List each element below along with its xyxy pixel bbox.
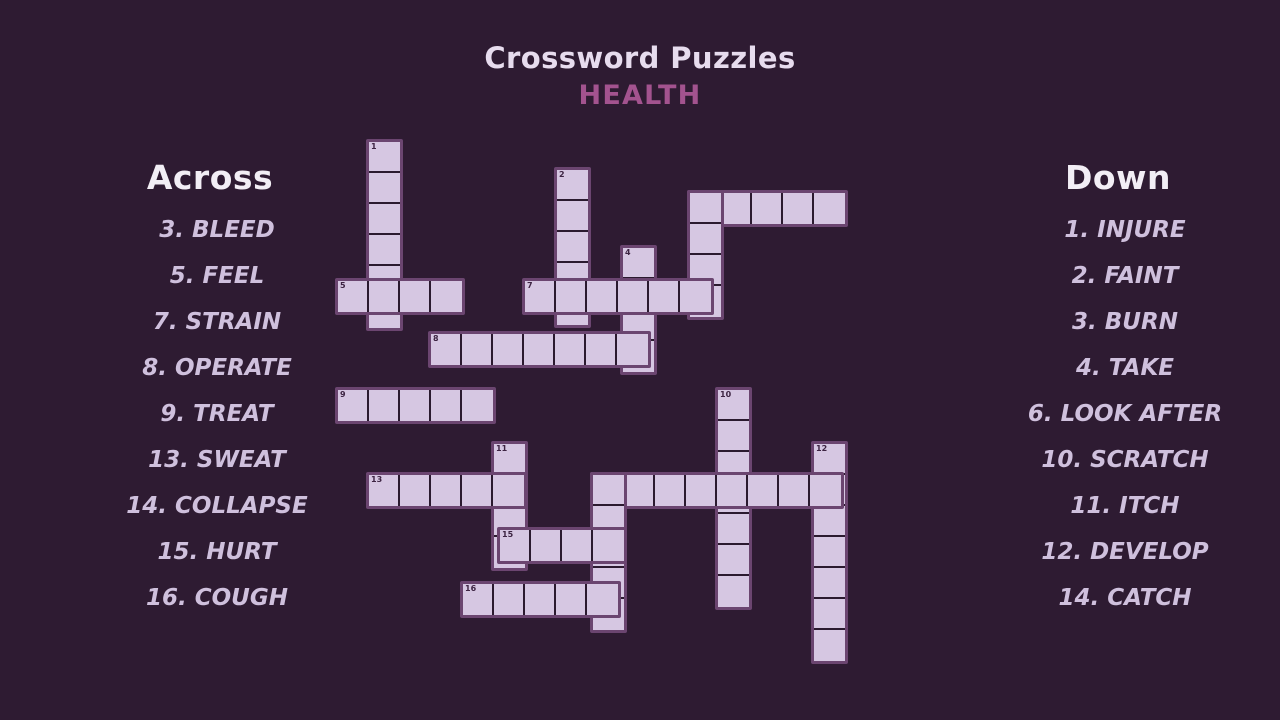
word-across-8[interactable]: 8 xyxy=(428,331,651,368)
grid-cell[interactable]: 7 xyxy=(525,281,556,312)
cell-number: 8 xyxy=(433,334,439,343)
cell-number: 10 xyxy=(720,390,732,399)
grid-cell[interactable]: 15 xyxy=(500,530,531,561)
grid-cell[interactable] xyxy=(369,204,400,235)
grid-cell[interactable] xyxy=(557,232,588,263)
grid-cell[interactable] xyxy=(462,390,493,421)
grid-cell[interactable] xyxy=(525,584,556,615)
cell-number: 2 xyxy=(559,170,565,179)
grid-cell[interactable] xyxy=(814,506,845,537)
grid-cell[interactable] xyxy=(680,281,711,312)
grid-cell[interactable] xyxy=(586,334,617,365)
grid-cell[interactable]: 16 xyxy=(463,584,494,615)
grid-cell[interactable] xyxy=(493,475,524,506)
grid-cell[interactable]: 9 xyxy=(338,390,369,421)
grid-cell[interactable]: 12 xyxy=(814,444,845,475)
grid-cell[interactable] xyxy=(779,475,810,506)
grid-cell[interactable] xyxy=(690,224,721,255)
grid-cell[interactable] xyxy=(462,475,493,506)
cell-number: 9 xyxy=(340,390,346,399)
grid-cell[interactable]: 13 xyxy=(369,475,400,506)
grid-cell[interactable] xyxy=(556,584,587,615)
grid-cell[interactable] xyxy=(587,584,618,615)
grid-cell[interactable] xyxy=(494,584,525,615)
grid-cell[interactable] xyxy=(431,390,462,421)
cell-number: 1 xyxy=(371,142,377,151)
cell-number: 13 xyxy=(371,475,383,484)
grid-cell[interactable]: 2 xyxy=(557,170,588,201)
grid-cell[interactable] xyxy=(462,334,493,365)
grid-cell[interactable] xyxy=(814,630,845,661)
grid-cell[interactable] xyxy=(556,281,587,312)
grid-cell[interactable]: 5 xyxy=(338,281,369,312)
cell-number: 5 xyxy=(340,281,346,290)
grid-cell[interactable] xyxy=(593,475,624,506)
grid-cell[interactable] xyxy=(655,475,686,506)
grid-cell[interactable] xyxy=(369,390,400,421)
grid-cell[interactable] xyxy=(617,334,648,365)
grid-cell[interactable] xyxy=(369,281,400,312)
grid-cell[interactable] xyxy=(718,545,749,576)
grid-cell[interactable]: 11 xyxy=(494,444,525,475)
grid-cell[interactable] xyxy=(431,475,462,506)
grid-cell[interactable]: 1 xyxy=(369,142,400,173)
cell-number: 11 xyxy=(496,444,508,453)
grid-cell[interactable] xyxy=(400,475,431,506)
grid-cell[interactable] xyxy=(814,193,845,224)
grid-cell[interactable] xyxy=(814,537,845,568)
grid-cell[interactable] xyxy=(593,530,624,561)
grid-cell[interactable]: 8 xyxy=(431,334,462,365)
grid-cell[interactable] xyxy=(690,193,721,224)
grid-cell[interactable] xyxy=(562,530,593,561)
word-across-7[interactable]: 7 xyxy=(522,278,714,315)
grid-cell[interactable] xyxy=(783,193,814,224)
word-across-13[interactable]: 13 xyxy=(366,472,527,509)
grid-cell[interactable] xyxy=(814,599,845,630)
grid-cell[interactable] xyxy=(531,530,562,561)
grid-cell[interactable]: 10 xyxy=(718,390,749,421)
grid-cell[interactable] xyxy=(752,193,783,224)
crossword-grid[interactable]: 1234578910111213141516 xyxy=(0,0,1280,720)
cell-number: 7 xyxy=(527,281,533,290)
grid-cell[interactable] xyxy=(400,281,431,312)
grid-cell[interactable] xyxy=(587,281,618,312)
grid-cell[interactable] xyxy=(493,334,524,365)
grid-cell[interactable] xyxy=(717,475,748,506)
grid-cell[interactable] xyxy=(718,576,749,607)
word-across-9[interactable]: 9 xyxy=(335,387,496,424)
cell-number: 4 xyxy=(625,248,631,257)
grid-cell[interactable] xyxy=(718,421,749,452)
cell-number: 12 xyxy=(816,444,828,453)
grid-cell[interactable] xyxy=(369,235,400,266)
cell-number: 16 xyxy=(465,584,477,593)
grid-cell[interactable] xyxy=(721,193,752,224)
grid-cell[interactable] xyxy=(624,475,655,506)
grid-cell[interactable] xyxy=(369,173,400,204)
word-across-15[interactable]: 15 xyxy=(497,527,627,564)
grid-cell[interactable] xyxy=(686,475,717,506)
grid-cell[interactable] xyxy=(400,390,431,421)
grid-cell[interactable] xyxy=(649,281,680,312)
grid-cell[interactable] xyxy=(557,201,588,232)
grid-cell[interactable] xyxy=(814,568,845,599)
cell-number: 15 xyxy=(502,530,514,539)
grid-cell[interactable] xyxy=(524,334,555,365)
word-across-16[interactable]: 16 xyxy=(460,581,621,618)
grid-cell[interactable]: 4 xyxy=(623,248,654,279)
crossword-page: Crossword Puzzles HEALTH Across 3. BLEED… xyxy=(0,0,1280,720)
grid-cell[interactable] xyxy=(718,514,749,545)
word-across-14[interactable]: 14 xyxy=(590,472,844,509)
grid-cell[interactable] xyxy=(618,281,649,312)
grid-cell[interactable] xyxy=(555,334,586,365)
grid-cell[interactable] xyxy=(810,475,841,506)
grid-cell[interactable] xyxy=(431,281,462,312)
grid-cell[interactable] xyxy=(748,475,779,506)
word-across-5[interactable]: 5 xyxy=(335,278,465,315)
